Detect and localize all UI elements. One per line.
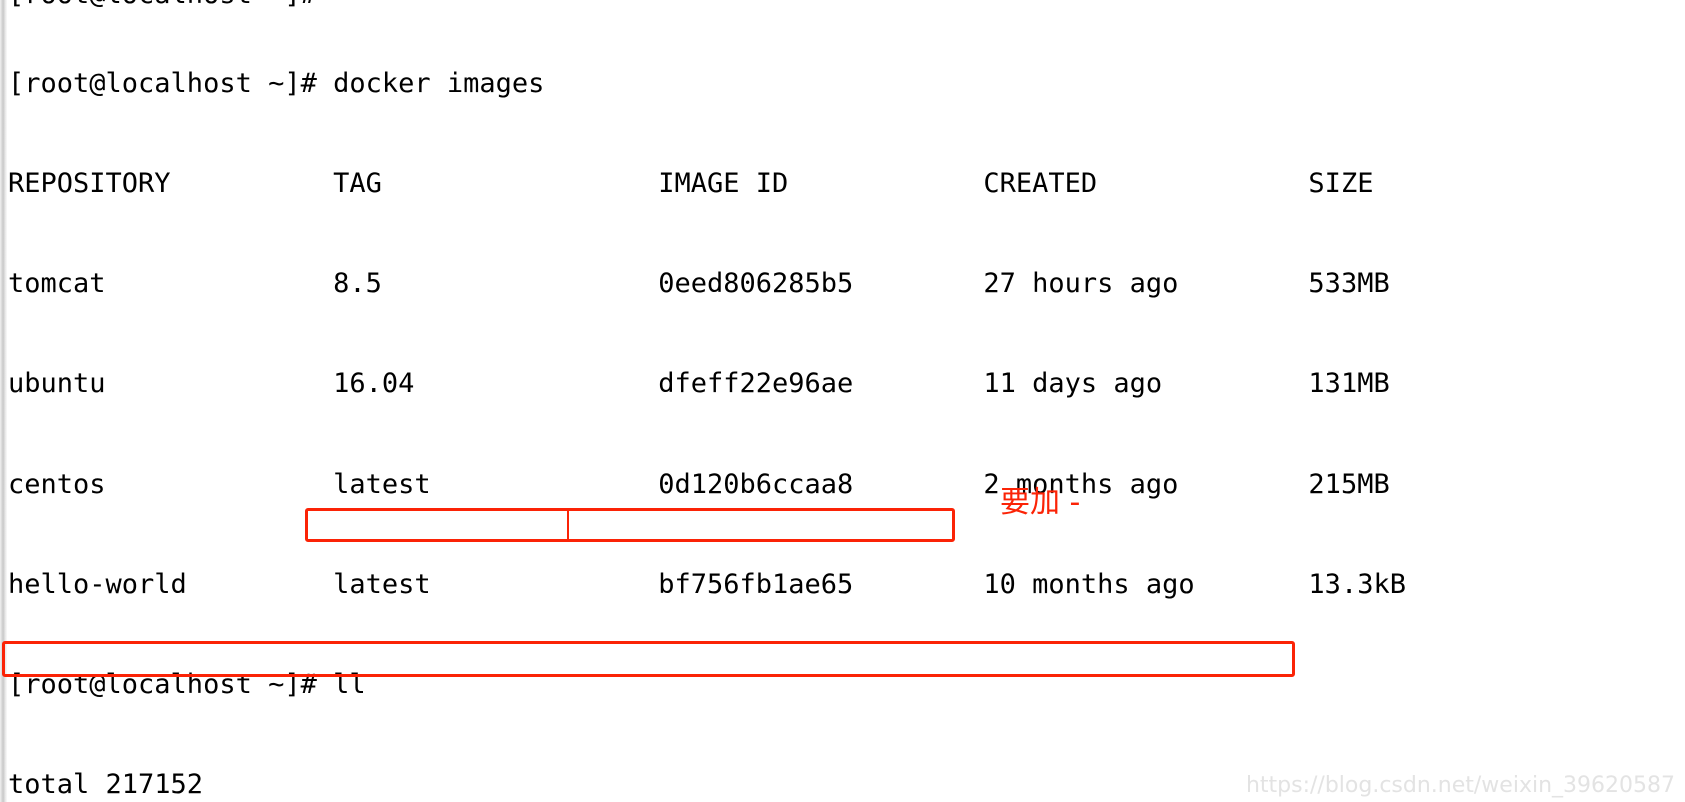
terminal-line: [root@localhost ~]# ll [8,669,366,701]
terminal-line: hello-world latest bf756fb1ae65 10 month… [8,568,1406,600]
scrollbar-gutter[interactable] [0,0,7,802]
watermark: https://blog.csdn.net/weixin_39620587 [1245,773,1675,798]
terminal-line: tomcat 8.5 0eed806285b5 27 hours ago 533… [8,268,1390,300]
terminal-screenshot: [root@localhost ~]# [root@localhost ~]# … [0,0,1685,802]
highlight-box-pipe-divider [567,511,569,539]
terminal-output[interactable]: [root@localhost ~]# docker images REPOSI… [8,0,1685,802]
annotation-note: 要加 - [1000,485,1081,520]
terminal-line: [root@localhost ~]# docker images [8,67,545,99]
terminal-line: ubuntu 16.04 dfeff22e96ae 11 days ago 13… [8,368,1390,400]
terminal-line: REPOSITORY TAG IMAGE ID CREATED SIZE [8,168,1374,200]
terminal-line: centos latest 0d120b6ccaa8 2 months ago … [8,468,1390,500]
